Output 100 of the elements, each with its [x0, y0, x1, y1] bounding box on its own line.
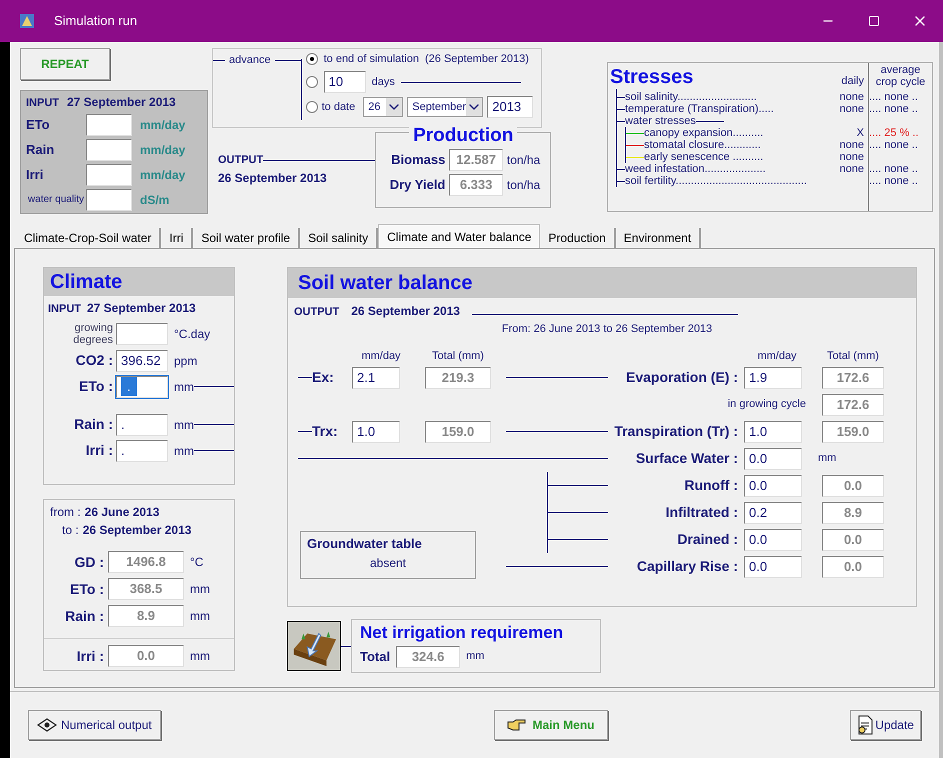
output-label: OUTPUT: [218, 153, 264, 168]
pointing-hand-icon: [506, 718, 526, 732]
field-label: Irri :: [76, 646, 105, 666]
field-label: CO2 :: [74, 351, 114, 370]
field-label: Rain: [26, 141, 56, 160]
column-header: Total (mm): [431, 348, 485, 364]
daily-field[interactable]: 2.1: [352, 366, 400, 388]
unit-label: ton/ha: [506, 176, 540, 194]
input-date: 27 September 2013: [87, 300, 196, 317]
average-value: .... none ..: [869, 175, 918, 187]
unit-label: mm/day: [140, 116, 186, 134]
from-label: from :: [50, 504, 81, 521]
field-label: water quality: [26, 194, 86, 206]
dropdown-caret-icon: [386, 98, 402, 116]
days-field[interactable]: 10: [324, 71, 366, 93]
field-label: ETo :: [78, 377, 114, 396]
input-date: 27 September 2013: [67, 94, 176, 111]
radio-button[interactable]: [306, 76, 318, 88]
daily-header: daily: [841, 75, 864, 87]
input-field[interactable]: [86, 164, 132, 186]
field-label: growing degrees: [72, 322, 114, 346]
daily-value: none: [840, 91, 865, 103]
production-label: Biomass: [390, 150, 446, 169]
stress-label: water stresses: [625, 115, 696, 127]
field-label: GD :: [73, 552, 105, 572]
output-label: OUTPUT: [294, 305, 340, 320]
daily-field[interactable]: 1.9: [744, 366, 802, 388]
numerical-output-button[interactable]: Numerical output: [28, 710, 161, 740]
tab[interactable]: Climate and Water balance: [378, 224, 540, 248]
end-date-note: (26 September 2013): [424, 52, 529, 67]
climate-field[interactable]: 396.52: [116, 350, 168, 372]
window-title: Simulation run: [54, 12, 138, 30]
column-header: mm/day: [360, 348, 402, 364]
radio-button[interactable]: [306, 53, 318, 65]
daily-value: none: [840, 163, 865, 175]
input-field[interactable]: [86, 188, 132, 211]
unit-label: ton/ha: [506, 152, 540, 168]
daily-field[interactable]: 0.0: [744, 448, 802, 470]
daily-field[interactable]: 0.2: [744, 502, 802, 524]
average-value: .... none ..: [869, 139, 918, 151]
unit-label: mm: [174, 442, 194, 460]
document-icon: [857, 715, 874, 735]
year-field[interactable]: 2013: [487, 96, 534, 118]
input-field[interactable]: [86, 138, 132, 161]
average-header: average crop cycle: [874, 63, 926, 89]
crop-label: Trx:: [312, 422, 339, 441]
to-date: 26 September 2013: [82, 522, 192, 539]
daily-field[interactable]: 0.0: [744, 556, 802, 578]
average-value: .... none ..: [869, 103, 918, 115]
field-label: Rain :: [64, 606, 105, 626]
field-label: Rain :: [73, 415, 114, 434]
input-label: INPUT: [26, 96, 59, 111]
unit-label: mm: [174, 378, 194, 396]
month-dropdown[interactable]: September: [407, 97, 484, 117]
stress-label: soil salinity..........................: [625, 91, 757, 103]
update-button[interactable]: Update: [850, 710, 921, 740]
option-label: to date: [322, 100, 356, 115]
soil-water-title: Soil water balance: [298, 271, 473, 296]
daily-field[interactable]: 1.0: [352, 420, 400, 442]
field-label: Irri: [26, 166, 44, 184]
input-field[interactable]: [86, 114, 132, 136]
stress-label: weed infestation....................: [625, 163, 766, 175]
period-label: From: 26 June 2013 to 26 September 2013: [502, 322, 712, 336]
field-label: ETo: [26, 116, 51, 134]
average-value: .... none ..: [869, 91, 918, 103]
climate-field[interactable]: .: [116, 414, 168, 436]
column-header: mm/day: [756, 348, 798, 364]
app-icon: [18, 12, 36, 30]
crop-label: Ex:: [312, 368, 335, 387]
unit-label: ppm: [174, 352, 198, 370]
climate-field[interactable]: .: [116, 440, 168, 462]
advance-label: advance: [228, 52, 272, 68]
unit-label: °C.day: [174, 326, 210, 342]
to-label: to :: [62, 522, 79, 539]
daily-field[interactable]: 0.0: [744, 528, 802, 550]
output-date: 26 September 2013: [218, 170, 328, 186]
climate-field[interactable]: .: [116, 376, 168, 398]
maximize-icon: [868, 15, 880, 27]
daily-field[interactable]: 0.0: [744, 474, 802, 496]
field-label: Irri :: [84, 441, 114, 460]
dropdown-caret-icon: [466, 98, 482, 116]
growing-cycle-label: in growing cycle: [726, 397, 807, 412]
unit-label: mm: [190, 608, 210, 625]
column-header: Total (mm): [826, 348, 880, 364]
net-irrigation-title: Net irrigation requiremen: [360, 622, 564, 644]
stress-label: stomatal closure............: [644, 139, 761, 151]
unit-label: mm: [466, 649, 484, 664]
unit-label: mm/day: [140, 142, 186, 159]
flow-label: Transpiration (Tr) :: [613, 422, 739, 441]
radio-button[interactable]: [306, 101, 318, 113]
daily-value: none: [840, 103, 865, 115]
day-dropdown[interactable]: 26: [363, 97, 404, 117]
flow-label: Runoff :: [683, 476, 739, 495]
daily-field[interactable]: 1.0: [744, 420, 802, 442]
unit-label: mm/day: [140, 166, 186, 184]
stress-label: early senescence ..........: [644, 151, 764, 163]
unit-label: mm: [174, 416, 194, 434]
climate-field[interactable]: [116, 322, 168, 344]
climate-title: Climate: [50, 270, 122, 295]
production-label: Dry Yield: [388, 176, 446, 194]
